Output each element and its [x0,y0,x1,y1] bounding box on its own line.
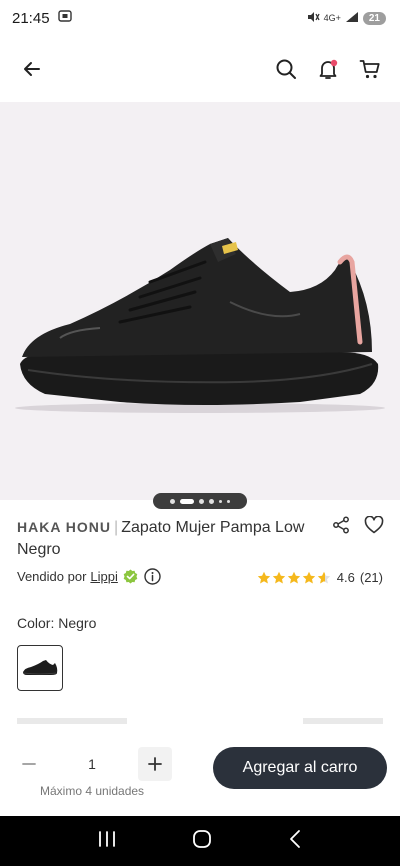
back-arrow-icon[interactable] [20,57,44,81]
seller-row: Vendido por Lippi [17,568,161,585]
minus-icon [22,763,36,765]
carousel-dot[interactable] [219,499,222,503]
status-right: 4G+ 21 [306,10,386,27]
screenshot-icon [57,9,72,27]
info-icon[interactable] [144,568,161,585]
faded-right-shape [303,718,383,724]
mute-icon [306,10,320,27]
carousel-dot[interactable] [170,498,175,504]
title-actions [332,515,384,539]
color-label: Color: Negro [17,615,96,631]
shoe-thumbnail [23,660,58,675]
battery-indicator: 21 [362,11,386,25]
search-icon[interactable] [274,57,298,81]
rating-count: (21) [359,570,383,585]
color-label-prefix: Color: [17,615,55,631]
cart-icon[interactable] [358,57,382,81]
home-icon[interactable] [192,829,212,854]
share-icon[interactable] [332,516,350,539]
network-label: 4G+ [323,13,341,23]
plus-icon [148,757,162,771]
quantity-value[interactable]: 1 [88,756,96,772]
top-navigation [0,44,400,94]
add-to-cart-button[interactable]: Agregar al carro [213,747,387,789]
star-half-icon [317,571,330,583]
seller-link[interactable]: Lippi [90,569,117,584]
color-swatch-negro[interactable] [17,645,63,691]
decrease-quantity-button[interactable] [12,747,46,781]
heart-icon[interactable] [364,515,384,539]
rating-value: 4.6 [336,570,355,585]
nav-actions [274,57,382,81]
product-image[interactable] [0,102,400,509]
carousel-dot[interactable] [227,499,230,503]
shoe-illustration [15,238,385,413]
status-left: 21:45 [12,9,72,27]
increase-quantity-button[interactable] [137,747,172,781]
status-time: 21:45 [12,9,50,27]
color-value: Negro [58,615,97,631]
rating-stars [257,571,331,585]
star-full-icon [257,571,270,583]
status-bar: 21:45 4G+ 21 [0,0,400,36]
quantity-stepper: 1 [12,747,172,781]
star-full-icon [272,571,285,583]
star-full-icon [287,571,300,583]
faded-content-row [17,712,383,726]
back-nav-icon[interactable] [287,829,303,854]
rating-row[interactable]: 4.6 (21) [257,570,383,585]
product-title-block: HAKA HONU | Zapato Mujer Pampa Low Negro [17,516,317,561]
carousel-dot[interactable] [199,498,204,504]
recent-apps-icon[interactable] [97,830,117,853]
faded-left-shape [17,718,127,724]
carousel-dot[interactable] [209,498,214,504]
seller-prefix: Vendido por [17,569,87,584]
product-brand[interactable]: HAKA HONU [17,519,111,535]
verified-badge-icon [123,569,138,584]
carousel-dot-active[interactable] [180,498,194,504]
bell-icon[interactable] [316,57,340,81]
max-quantity-note: Máximo 4 unidades [40,784,145,798]
carousel-indicator[interactable] [153,493,247,509]
signal-icon [345,11,359,26]
star-full-icon [302,571,315,583]
android-navigation-bar [0,816,400,866]
title-separator: | [114,519,119,536]
